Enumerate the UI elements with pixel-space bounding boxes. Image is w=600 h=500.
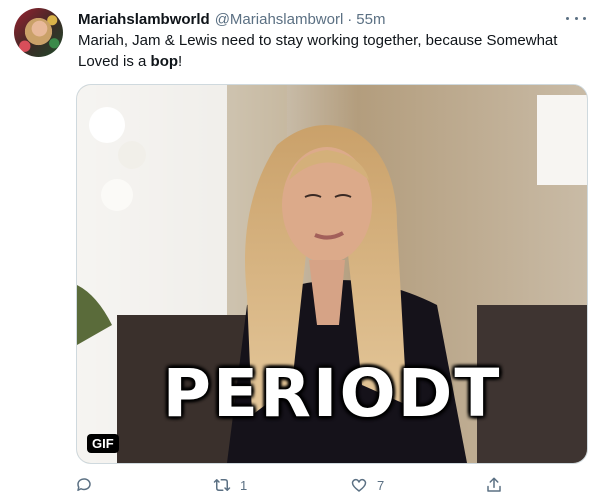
tweet-text: Mariah, Jam & Lewis need to stay working…	[78, 30, 583, 72]
display-name[interactable]: Mariahslambworld	[78, 11, 210, 28]
like-count: 7	[377, 477, 385, 493]
tweet-text-bold: bop	[150, 53, 179, 70]
retweet-icon	[213, 479, 231, 491]
reply-icon	[77, 478, 91, 491]
gif-caption: PERIODT	[162, 355, 502, 432]
tweet[interactable]: Mariahslambworld @Mariahslambworl · 55m …	[0, 0, 600, 500]
avatar[interactable]	[14, 8, 63, 57]
gif-badge: GIF	[87, 434, 119, 453]
tweet-text-end: !	[178, 53, 183, 70]
more-icon[interactable]	[566, 14, 586, 22]
tweet-header: Mariahslambworld @Mariahslambworl · 55m	[78, 9, 385, 29]
action-bar: 1 7	[0, 476, 600, 498]
share-icon	[487, 477, 501, 492]
retweet-count: 1	[240, 477, 248, 493]
like-icon	[351, 478, 367, 492]
share-button[interactable]	[485, 476, 503, 494]
gif-media[interactable]: PERIODT GIF	[76, 84, 588, 464]
timestamp[interactable]: 55m	[356, 11, 385, 28]
reply-button[interactable]	[75, 476, 102, 494]
separator: ·	[347, 10, 353, 28]
retweet-button[interactable]: 1	[213, 476, 247, 494]
like-button[interactable]: 7	[350, 476, 384, 494]
handle[interactable]: @Mariahslambworl	[215, 11, 344, 28]
